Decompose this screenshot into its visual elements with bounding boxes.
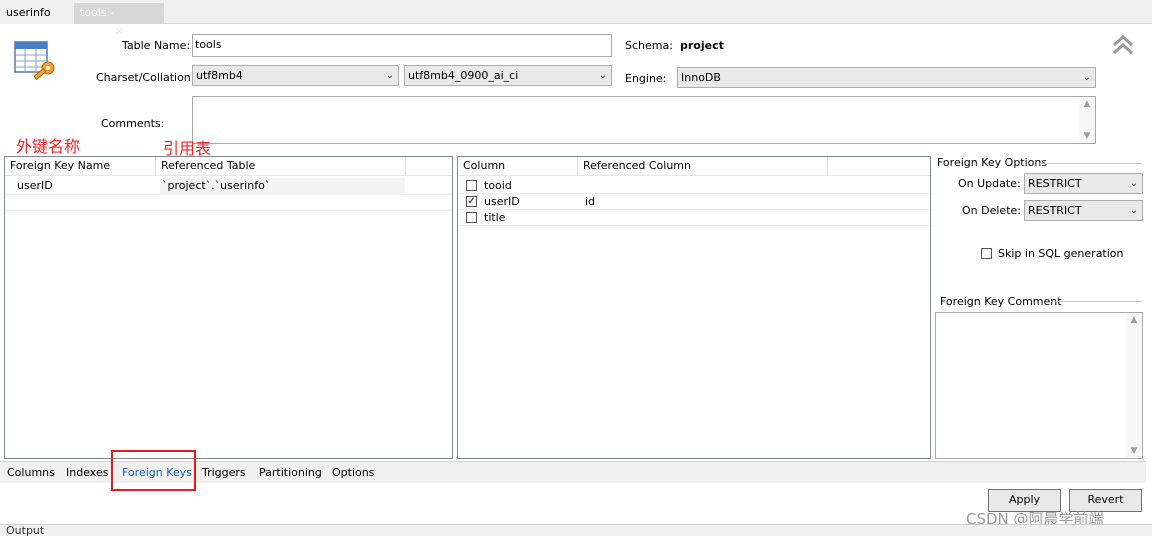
on-delete-select[interactable]: RESTRICT ⌄	[1024, 200, 1143, 221]
fk-comment-scrollbar[interactable]: ▲ ▼	[1126, 313, 1142, 458]
on-update-value: RESTRICT	[1028, 177, 1082, 190]
on-delete-value: RESTRICT	[1028, 204, 1082, 217]
close-icon[interactable]: ✕	[114, 25, 123, 38]
engine-select[interactable]: InnoDB ⌄	[677, 67, 1096, 88]
engine-value: InnoDB	[681, 71, 721, 84]
tab-tools-label: tools - Table	[80, 6, 115, 38]
dropdown-arrow-icon: ⌄	[1129, 178, 1138, 189]
table-icon	[14, 38, 58, 82]
dropdown-arrow-icon: ⌄	[385, 70, 394, 81]
on-update-select[interactable]: RESTRICT ⌄	[1024, 173, 1143, 194]
column-name-cell: tooid	[484, 179, 512, 192]
referenced-table-column-header[interactable]: Referenced Table	[156, 157, 406, 176]
column-grid-header: Column Referenced Column	[458, 157, 930, 176]
table-row[interactable]: title	[458, 210, 930, 226]
referenced-column-header[interactable]: Referenced Column	[578, 157, 828, 176]
engine-label: Engine:	[625, 72, 667, 85]
referenced-table-cell[interactable]: `project`.`userinfo`	[160, 178, 405, 195]
tab-tools-table[interactable]: tools - Table ✕	[74, 3, 164, 38]
document-tab-strip: userinfo tools - Table ✕	[0, 0, 1152, 38]
tab-indexes[interactable]: Indexes	[66, 464, 108, 482]
collation-value: utf8mb4_0900_ai_ci	[408, 69, 519, 82]
fk-name-column-header[interactable]: Foreign Key Name	[5, 157, 156, 176]
skip-sql-checkbox[interactable]	[981, 248, 992, 259]
fk-column-list[interactable]: Column Referenced Column tooid ✓ userID …	[457, 156, 931, 459]
dropdown-arrow-icon: ⌄	[1082, 72, 1091, 83]
fk-options-title: Foreign Key Options	[937, 156, 1048, 169]
comments-textarea[interactable]: ▲ ▼	[192, 96, 1096, 144]
fk-name-cell: userID	[17, 179, 53, 192]
table-row[interactable]: userID `project`.`userinfo`	[5, 178, 452, 195]
output-label: Output	[6, 524, 45, 537]
tab-columns[interactable]: Columns	[7, 464, 55, 482]
column-name-cell: userID	[484, 195, 520, 208]
comments-scrollbar[interactable]: ▲ ▼	[1079, 97, 1095, 143]
charset-value: utf8mb4	[196, 69, 243, 82]
checkbox-icon[interactable]	[466, 212, 477, 223]
table-name-label: Table Name:	[122, 39, 191, 52]
referenced-column-cell[interactable]: id	[585, 194, 595, 210]
table-name-input[interactable]: tools	[192, 34, 612, 57]
table-row[interactable]: tooid	[458, 178, 930, 194]
schema-label: Schema:	[625, 39, 673, 52]
dropdown-arrow-icon: ⌄	[598, 70, 607, 81]
output-panel-bar[interactable]: Output	[0, 524, 1152, 537]
dropdown-arrow-icon: ⌄	[1129, 205, 1138, 216]
charset-select[interactable]: utf8mb4 ⌄	[192, 65, 399, 86]
tab-triggers[interactable]: Triggers	[202, 464, 246, 482]
charset-label: Charset/Collation:	[96, 71, 195, 84]
comments-label: Comments:	[101, 117, 165, 130]
column-name-cell: title	[484, 211, 506, 224]
fk-comment-title: Foreign Key Comment	[940, 295, 1062, 308]
group-divider	[1040, 163, 1142, 164]
tab-userinfo[interactable]: userinfo	[0, 3, 74, 24]
skip-sql-label: Skip in SQL generation	[998, 247, 1124, 260]
group-divider	[1051, 301, 1142, 302]
highlight-box	[111, 450, 196, 491]
collation-select[interactable]: utf8mb4_0900_ai_ci ⌄	[404, 65, 612, 86]
on-update-label: On Update:	[958, 177, 1021, 190]
tab-userinfo-label: userinfo	[6, 6, 51, 19]
annotation-fk-name: 外键名称	[16, 137, 81, 156]
foreign-key-list[interactable]: Foreign Key Name Referenced Table userID…	[4, 156, 453, 459]
on-delete-label: On Delete:	[962, 204, 1021, 217]
fk-grid-header: Foreign Key Name Referenced Table	[5, 157, 452, 176]
column-header[interactable]: Column	[458, 157, 578, 176]
schema-value: project	[680, 39, 724, 52]
collapse-icon[interactable]	[1111, 34, 1135, 56]
tab-options[interactable]: Options	[332, 464, 374, 482]
checkbox-icon[interactable]	[466, 180, 477, 191]
table-row[interactable]: ✓ userID id	[458, 194, 930, 210]
row-divider	[5, 210, 452, 211]
tab-partitioning[interactable]: Partitioning	[259, 464, 322, 482]
fk-comment-textarea[interactable]: ▲ ▼	[935, 312, 1143, 459]
checkbox-icon[interactable]: ✓	[466, 196, 477, 207]
